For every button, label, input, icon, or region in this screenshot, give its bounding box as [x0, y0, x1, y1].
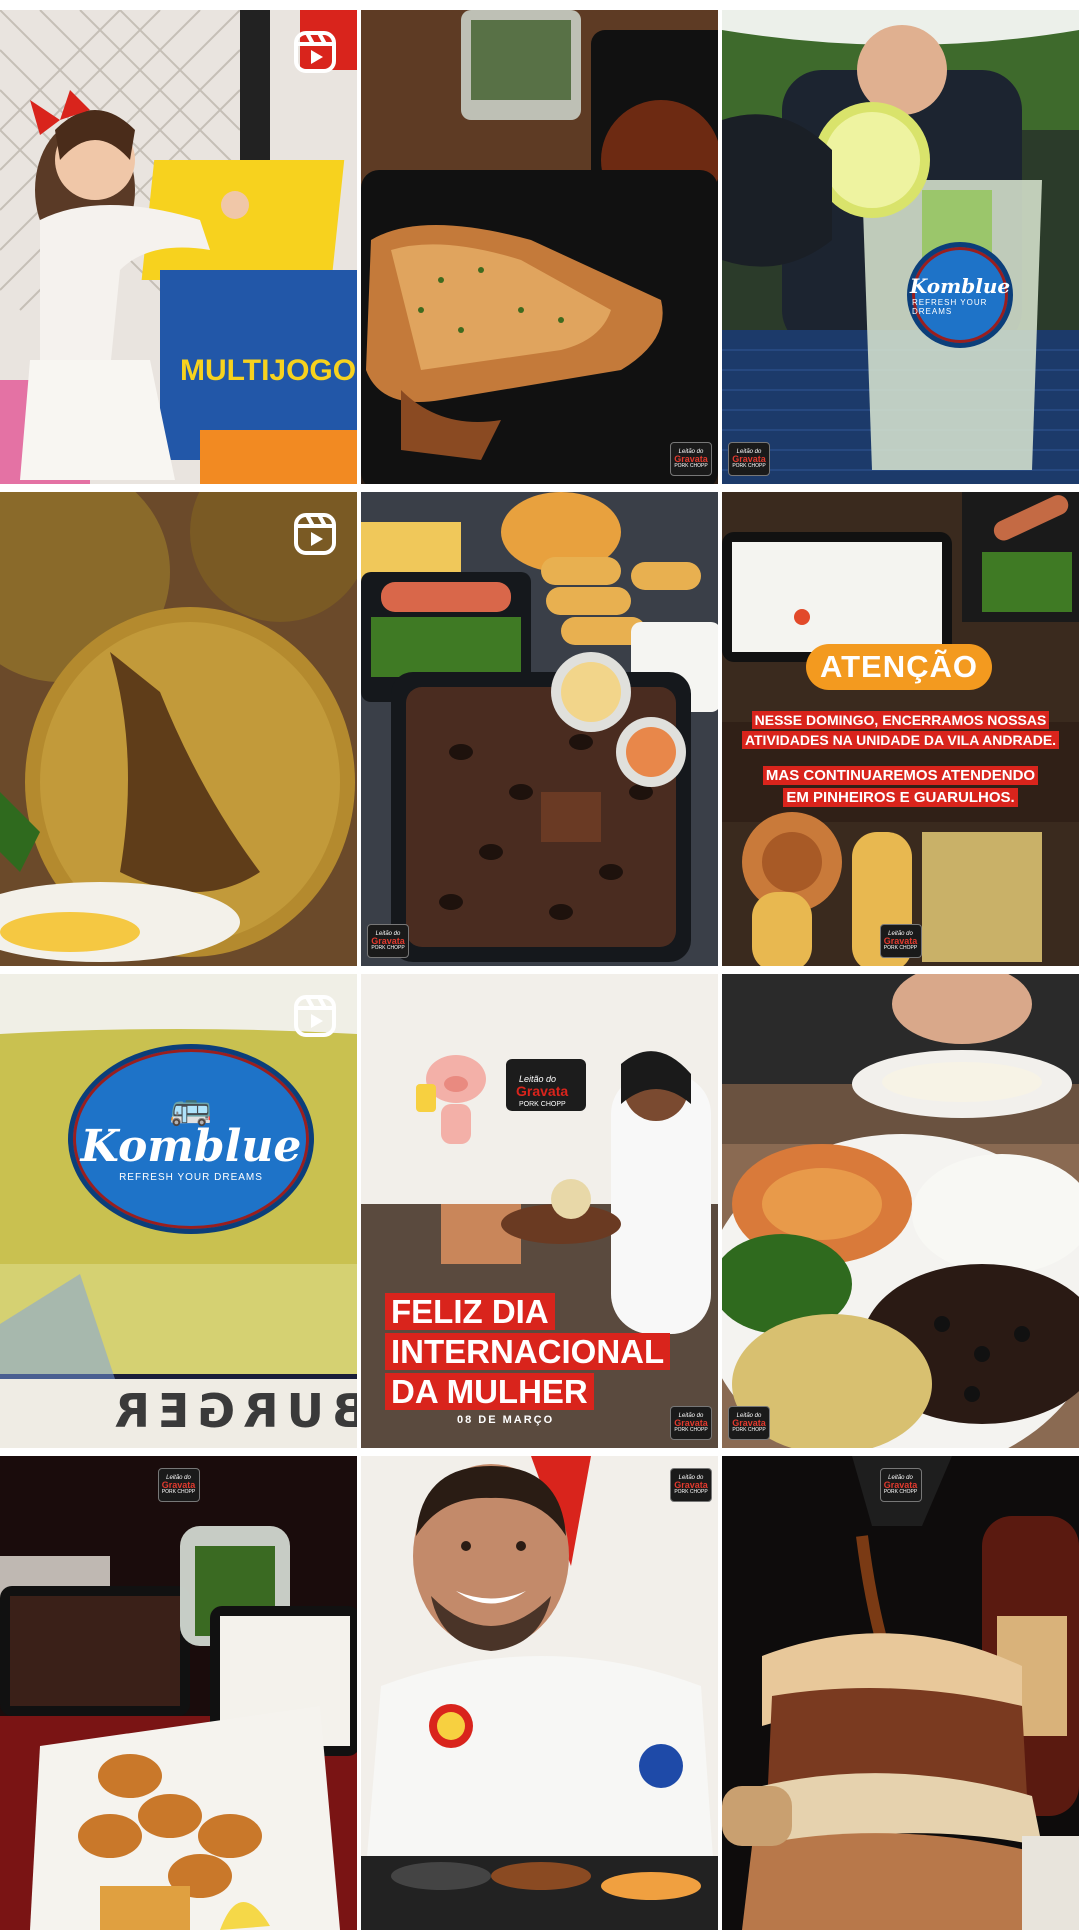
- post-tile-6[interactable]: ATENÇÃO NESSE DOMINGO, ENCERRAMOS NOSSAS…: [722, 492, 1079, 966]
- komblue-logo: Komblue REFRESH YOUR DREAMS: [907, 242, 1013, 348]
- brand-watermark: Leitão do Gravata PORK CHOPP: [728, 1406, 770, 1440]
- post-image-komblue-drink: [722, 10, 1079, 484]
- post-tile-8[interactable]: Leitão do Gravata PORK CHOPP FELIZ DIA I…: [361, 974, 718, 1448]
- post-tile-3[interactable]: Komblue REFRESH YOUR DREAMS Leitão do Gra…: [722, 10, 1079, 484]
- womens-day-date: 08 DE MARÇO: [457, 1414, 555, 1426]
- brand-watermark: Leitão do Gravata PORK CHOPP: [670, 442, 712, 476]
- post-image-plated-dish: [722, 974, 1079, 1448]
- post-tile-5[interactable]: Leitão do Gravata PORK CHOPP: [361, 492, 718, 966]
- post-tile-4[interactable]: [0, 492, 357, 966]
- reels-play-icon: [294, 513, 336, 555]
- post-tile-12[interactable]: Leitão do Gravata PORK CHOPP: [722, 1456, 1079, 1930]
- post-image-croquette: [0, 492, 357, 966]
- post-image-sandwich: [722, 1456, 1079, 1930]
- womens-day-title: FELIZ DIA INTERNACIONAL DA MULHER: [385, 1292, 705, 1412]
- brand-watermark: Leitão do Gravata PORK CHOPP: [879, 1468, 922, 1502]
- brand-watermark: Leitão do Gravata PORK CHOPP: [367, 924, 409, 958]
- notice-line-3: MAS CONTINUAREMOS ATENDENDO: [722, 766, 1079, 786]
- reels-play-icon: [294, 995, 336, 1037]
- post-tile-11[interactable]: Leitão do Gravata PORK CHOPP: [361, 1456, 718, 1930]
- brand-watermark: Leitão do Gravata PORK CHOPP: [670, 1406, 712, 1440]
- arcade-cabinet-text: MULTIJOGOS KIDS: [180, 354, 357, 387]
- post-tile-10[interactable]: Leitão do Gravata PORK CHOPP: [0, 1456, 357, 1930]
- brand-watermark: Leitão do Gravata PORK CHOPP: [670, 1468, 712, 1502]
- svg-text:PORK CHOPP: PORK CHOPP: [519, 1101, 566, 1108]
- brand-watermark: Leitão do Gravata PORK CHOPP: [157, 1468, 200, 1502]
- notice-line-4: EM PINHEIROS E GUARULHOS.: [722, 788, 1079, 808]
- attention-badge: ATENÇÃO: [806, 644, 992, 690]
- post-image-chef: [361, 1456, 718, 1930]
- post-tile-2[interactable]: Leitão do Gravata PORK CHOPP: [361, 10, 718, 484]
- brand-watermark: Leitão do Gravata PORK CHOPP: [879, 924, 922, 958]
- reels-play-icon: [294, 31, 336, 73]
- post-image-feijoada: [361, 492, 718, 966]
- notice-line-2: ATIVIDADES NA UNIDADE DA VILA ANDRADE.: [722, 730, 1079, 750]
- post-tile-9[interactable]: Leitão do Gravata PORK CHOPP: [722, 974, 1079, 1448]
- floor-lettering: BURGER: [106, 1384, 357, 1438]
- svg-text:Gravata: Gravata: [516, 1083, 568, 1099]
- posts-grid: MULTIJOGOS KIDS: [0, 10, 1080, 1930]
- notice-line-1: NESSE DOMINGO, ENCERRAMOS NOSSAS: [722, 710, 1079, 730]
- post-image-kid-arcade: MULTIJOGOS KIDS: [0, 10, 357, 484]
- post-tile-7[interactable]: 🚌 Komblue REFRESH YOUR DREAMS BURGER: [0, 974, 357, 1448]
- post-image-takeaway-spread: [0, 1456, 357, 1930]
- komblue-logo: 🚌 Komblue REFRESH YOUR DREAMS: [68, 1044, 314, 1234]
- post-image-grilled-meat: [361, 10, 718, 484]
- brand-watermark: Leitão do Gravata PORK CHOPP: [728, 442, 770, 476]
- post-tile-1[interactable]: MULTIJOGOS KIDS: [0, 10, 357, 484]
